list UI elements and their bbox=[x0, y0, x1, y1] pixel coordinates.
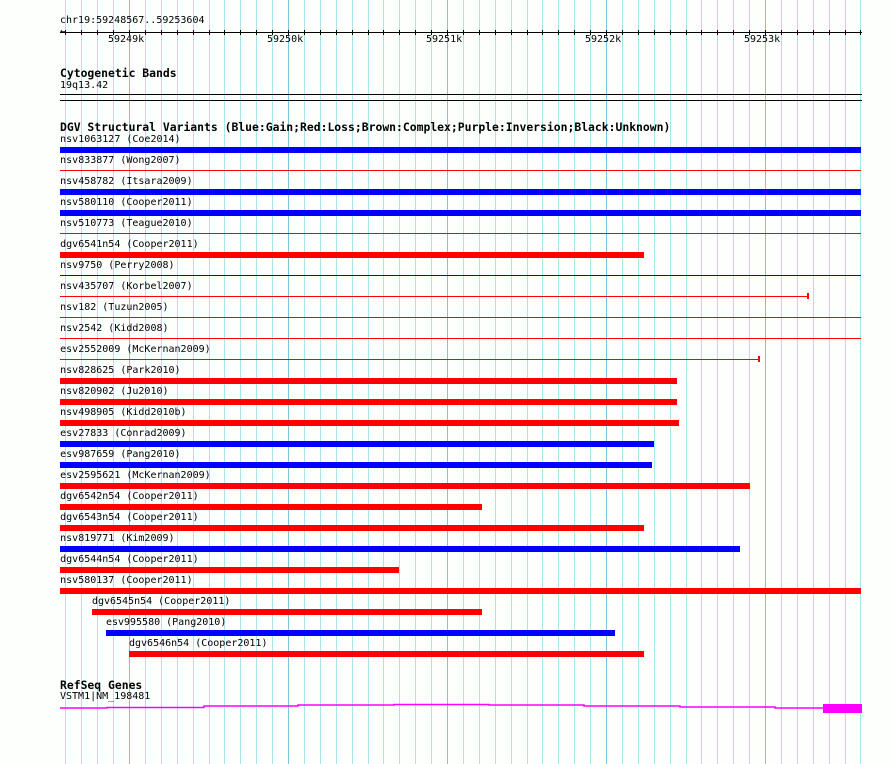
gene-model-vstm1[interactable] bbox=[0, 0, 890, 764]
gene-intron-line bbox=[60, 703, 823, 709]
gene-exon-block bbox=[823, 704, 862, 713]
